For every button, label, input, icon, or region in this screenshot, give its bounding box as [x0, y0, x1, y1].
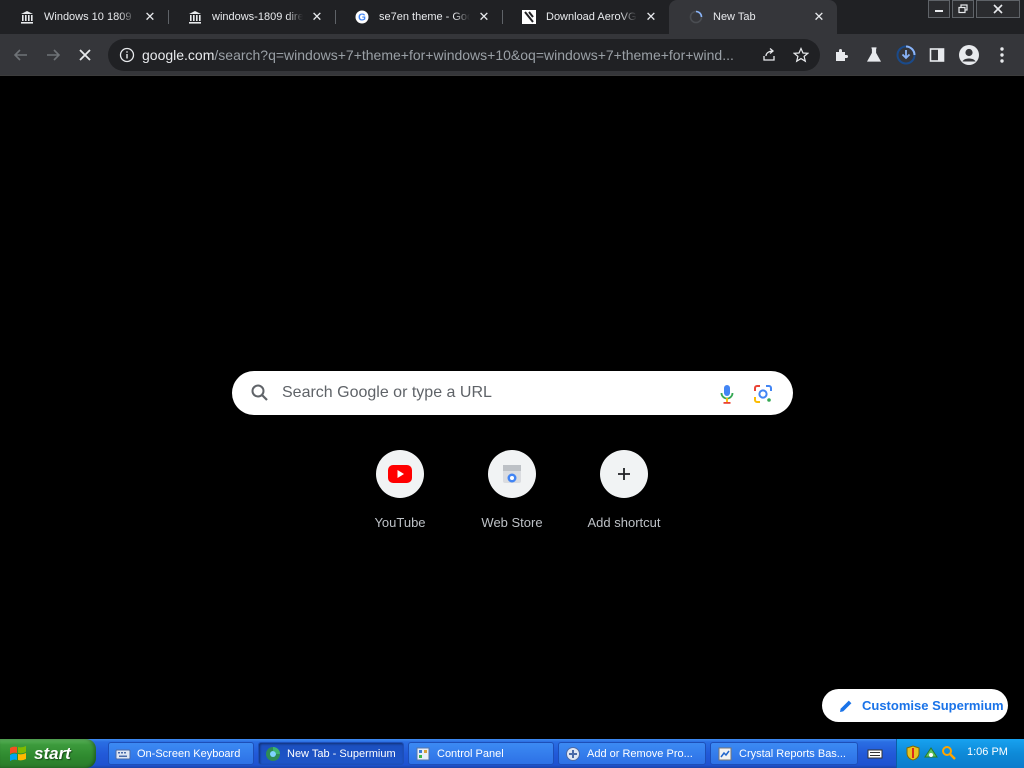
shortcut-add[interactable]: Add shortcut	[568, 449, 680, 537]
taskbar-item-crystal-reports[interactable]: Crystal Reports Bas...	[710, 742, 858, 765]
add-remove-programs-icon	[566, 746, 580, 761]
taskbar-item-label: On-Screen Keyboard	[137, 747, 241, 760]
browser-toolbar: google.com/search?q=windows+7+theme+for+…	[0, 34, 1024, 76]
search-tray-icon[interactable]	[941, 745, 957, 761]
control-panel-icon	[416, 747, 430, 760]
side-panel-icon[interactable]	[926, 44, 948, 66]
plus-icon	[618, 468, 630, 480]
tab-new-tab[interactable]: New Tab ✕	[669, 0, 837, 34]
tab-title: Windows 10 1809 : M	[44, 11, 136, 23]
shortcut-web-store[interactable]: Web Store	[456, 449, 568, 537]
shortcut-icon-tile	[376, 450, 424, 498]
shortcut-label: Add shortcut	[587, 515, 661, 530]
clock: 1:06 PM	[967, 746, 1008, 758]
tab-se7en-theme-search[interactable]: G se7en theme - Google Search ✕	[335, 0, 502, 34]
tab-close-icon[interactable]: ✕	[811, 9, 827, 25]
taskbar-item-label: Control Panel	[437, 747, 504, 760]
web-store-icon	[503, 465, 521, 483]
share-icon[interactable]	[760, 46, 778, 64]
url-host: google.com	[142, 47, 215, 63]
stop-loading-button[interactable]	[72, 42, 98, 68]
shortcut-icon-tile	[600, 450, 648, 498]
microphone-icon[interactable]	[717, 383, 737, 405]
shortcut-label: YouTube	[374, 515, 426, 530]
tab-title: se7en theme - Google Search	[379, 11, 470, 23]
tab-windows-1809-directory[interactable]: windows-1809 directory ✕	[168, 0, 335, 34]
tab-download-aerovg[interactable]: Download AeroVG Se ✕	[502, 0, 669, 34]
archive-icon	[20, 10, 34, 24]
start-button[interactable]: start	[0, 739, 96, 768]
close-window-button[interactable]	[976, 0, 1020, 18]
deviantart-icon	[522, 10, 536, 24]
tab-title: Download AeroVG Se	[546, 11, 637, 23]
customise-button[interactable]: Customise Supermium	[822, 689, 1008, 722]
tab-close-icon[interactable]: ✕	[142, 9, 158, 25]
language-bar-keyboard-icon[interactable]	[867, 746, 883, 762]
taskbar-item-new-tab-supermium[interactable]: New Tab - Supermium	[258, 742, 404, 765]
svg-text:G: G	[358, 13, 366, 24]
taskbar-item-label: New Tab - Supermium	[287, 747, 396, 760]
start-label: start	[34, 743, 71, 763]
taskbar-item-control-panel[interactable]: Control Panel	[408, 742, 554, 765]
new-tab-page: YouTube Web Store Add shortcut Customise…	[0, 77, 1024, 739]
extensions-icon[interactable]	[831, 44, 853, 66]
taskbar: start On-Screen Keyboard New Tab - Super…	[0, 739, 1024, 768]
taskbar-item-label: Crystal Reports Bas...	[739, 747, 846, 760]
shortcut-icon-tile	[488, 450, 536, 498]
bookmark-star-icon[interactable]	[792, 46, 810, 64]
arrow-right-icon	[47, 49, 61, 61]
url-text: google.com/search?q=windows+7+theme+for+…	[142, 47, 748, 63]
shortcut-youtube[interactable]: YouTube	[344, 449, 456, 537]
forward-button[interactable]	[40, 42, 66, 68]
tab-title: New Tab	[713, 11, 756, 23]
system-tray: 1:06 PM	[896, 739, 1024, 768]
profile-avatar-icon[interactable]	[958, 44, 980, 66]
loading-spinner-icon	[689, 10, 703, 24]
taskbar-item-label: Add or Remove Pro...	[587, 747, 693, 760]
search-box[interactable]	[232, 371, 793, 415]
address-bar[interactable]: google.com/search?q=windows+7+theme+for+…	[108, 39, 820, 71]
supermium-icon	[266, 746, 280, 761]
download-progress-icon[interactable]	[895, 44, 917, 66]
keyboard-icon	[115, 749, 131, 759]
customise-label: Customise Supermium	[862, 698, 1004, 713]
site-info-icon[interactable]	[118, 46, 136, 64]
network-icon[interactable]	[923, 745, 939, 761]
tab-close-icon[interactable]: ✕	[643, 9, 659, 25]
google-icon: G	[355, 10, 369, 24]
menu-kebab-icon[interactable]	[991, 44, 1013, 66]
security-shield-icon[interactable]	[905, 745, 921, 761]
pencil-icon	[840, 700, 852, 712]
tab-title: windows-1809 directory	[212, 11, 303, 23]
tab-close-icon[interactable]: ✕	[309, 9, 325, 25]
tab-strip: Windows 10 1809 : M ✕ windows-1809 direc…	[0, 0, 1024, 34]
labs-flask-icon[interactable]	[863, 44, 885, 66]
close-icon	[79, 49, 91, 61]
taskbar-item-add-remove-programs[interactable]: Add or Remove Pro...	[558, 742, 706, 765]
search-icon	[251, 384, 268, 401]
minimize-button[interactable]	[928, 0, 950, 18]
youtube-icon	[388, 465, 412, 483]
shortcut-label: Web Store	[481, 515, 543, 530]
google-lens-icon[interactable]	[752, 383, 774, 405]
crystal-reports-icon	[718, 747, 732, 760]
arrow-left-icon	[13, 49, 27, 61]
tab-close-icon[interactable]: ✕	[476, 9, 492, 25]
archive-icon	[188, 10, 202, 24]
tab-windows-10-1809[interactable]: Windows 10 1809 : M ✕	[0, 0, 168, 34]
search-input[interactable]	[282, 371, 702, 415]
windows-flag-icon	[10, 745, 26, 761]
restore-button[interactable]	[952, 0, 974, 18]
taskbar-item-on-screen-keyboard[interactable]: On-Screen Keyboard	[108, 742, 254, 765]
url-path: /search?q=windows+7+theme+for+windows+10…	[214, 47, 734, 63]
back-button[interactable]	[8, 42, 34, 68]
